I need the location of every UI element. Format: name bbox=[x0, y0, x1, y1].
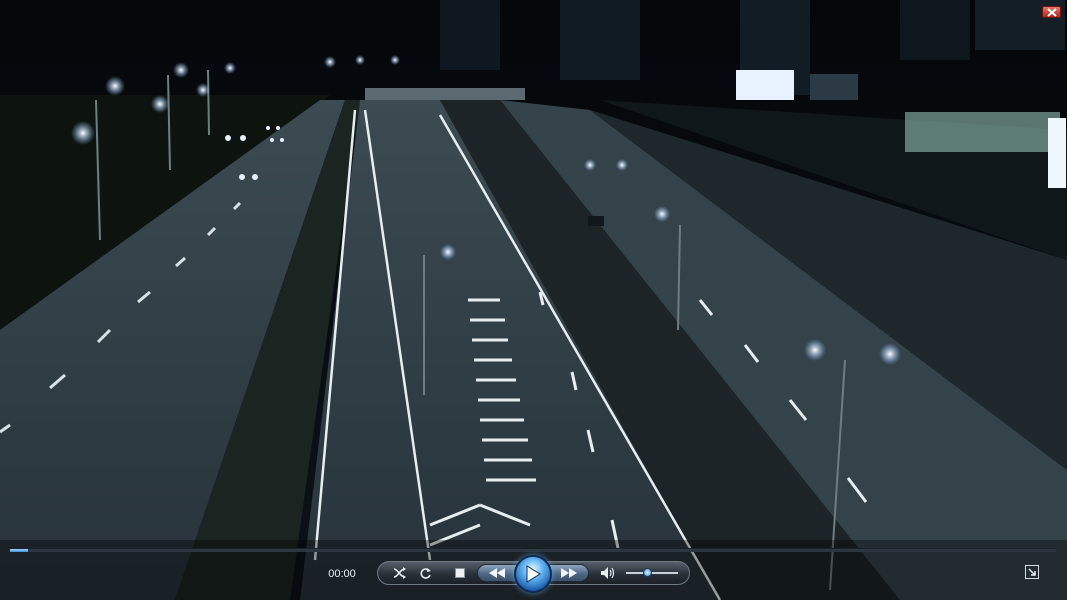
switch-to-library-icon bbox=[1028, 568, 1036, 576]
mute-button[interactable] bbox=[598, 563, 618, 583]
play-icon bbox=[526, 565, 541, 583]
switch-to-library-button[interactable] bbox=[1025, 565, 1039, 579]
video-frame[interactable] bbox=[0, 0, 1067, 600]
seek-bar[interactable] bbox=[10, 548, 1056, 552]
stop-icon bbox=[455, 568, 465, 578]
speaker-icon bbox=[601, 567, 615, 579]
previous-button[interactable] bbox=[477, 564, 517, 582]
shuffle-icon bbox=[393, 567, 406, 579]
stop-button[interactable] bbox=[450, 563, 470, 583]
previous-icon bbox=[489, 568, 505, 578]
volume-slider[interactable] bbox=[626, 572, 678, 574]
close-icon bbox=[1047, 8, 1057, 17]
close-button[interactable] bbox=[1042, 6, 1061, 18]
play-button[interactable] bbox=[514, 555, 552, 593]
volume-thumb[interactable] bbox=[643, 568, 652, 577]
repeat-button[interactable] bbox=[415, 563, 435, 583]
seek-progress bbox=[10, 549, 28, 552]
shuffle-button[interactable] bbox=[390, 563, 410, 583]
next-button[interactable] bbox=[549, 564, 589, 582]
repeat-icon bbox=[419, 567, 431, 579]
next-icon bbox=[561, 568, 577, 578]
current-time: 00:00 bbox=[328, 568, 356, 580]
